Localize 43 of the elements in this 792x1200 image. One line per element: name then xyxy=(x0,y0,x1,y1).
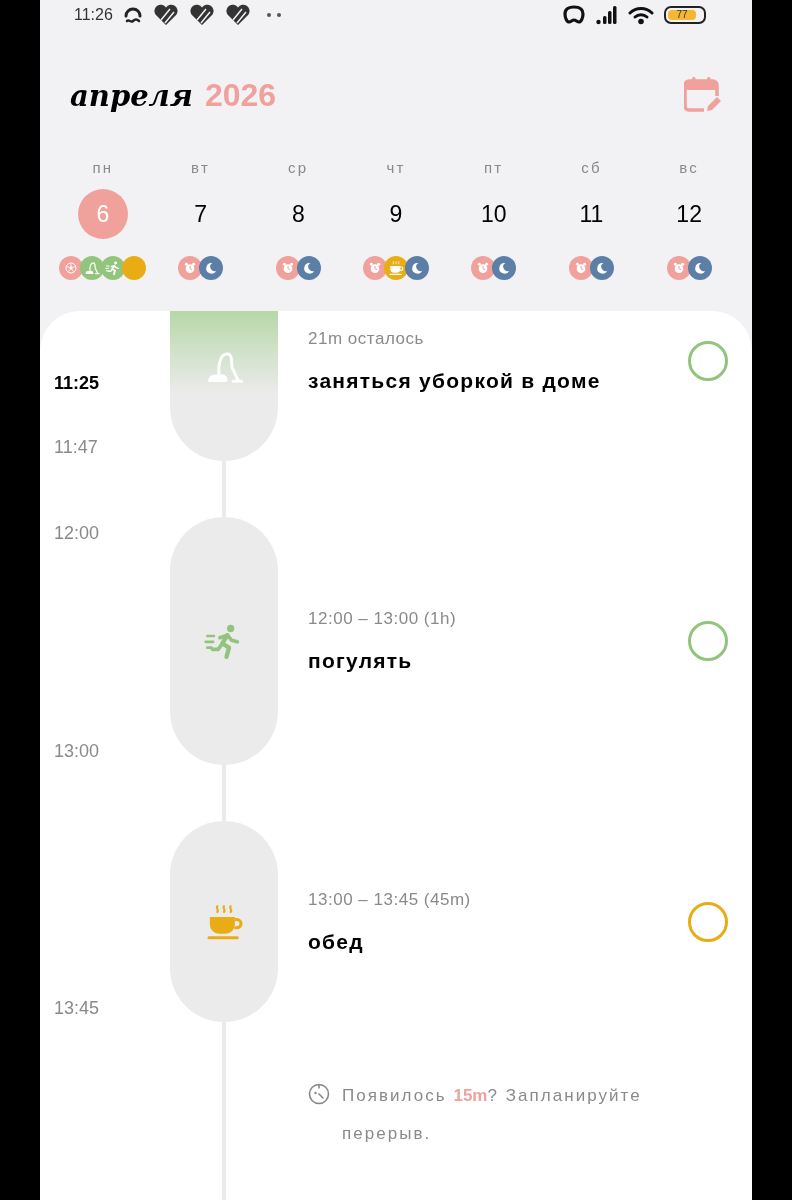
calendar-edit-icon[interactable] xyxy=(684,76,722,114)
status-time: 11:26 xyxy=(74,5,113,25)
date-button[interactable]: 8 xyxy=(273,189,324,239)
time-label: 13:00 xyxy=(54,740,100,762)
date-button[interactable]: 10 xyxy=(468,189,519,239)
weekday-label: ср xyxy=(288,157,309,178)
heart-icon xyxy=(152,4,179,26)
weekday-label: сб xyxy=(581,157,602,178)
date-button[interactable]: 9 xyxy=(371,189,421,239)
ring-icon xyxy=(562,4,586,26)
arc-wave-icon xyxy=(122,5,143,25)
dots-icon xyxy=(266,13,281,17)
time-label: 12:00 xyxy=(54,522,100,544)
event-title: заняться уборкой в доме xyxy=(308,368,601,394)
time-label: 13:45 xyxy=(54,997,100,1019)
event-title: погулять xyxy=(308,648,414,674)
time-label: 11:47 xyxy=(54,436,98,458)
break-suggestion-text: Появилось 15m? Запланируйте перерыв. xyxy=(342,1085,643,1145)
complete-checkbox[interactable] xyxy=(688,341,728,381)
event-time-info: 21m осталось xyxy=(308,328,425,350)
wifi-icon xyxy=(628,5,654,25)
weekday-label: чт xyxy=(386,157,406,178)
battery-percent: 77 xyxy=(668,10,696,20)
heart-icon xyxy=(188,4,215,26)
heart-icon xyxy=(224,4,251,26)
weekday-label: вс xyxy=(679,157,700,178)
event-time-info: 13:00 – 13:45 (45m) xyxy=(308,888,471,911)
signal-icon xyxy=(596,5,618,25)
event-pill[interactable] xyxy=(170,311,278,461)
time-label: 11:25 xyxy=(54,372,100,394)
weekday-label: вт xyxy=(191,157,211,178)
timer-icon xyxy=(308,1083,330,1105)
weekday-label: пт xyxy=(483,157,504,178)
date-button[interactable]: 7 xyxy=(175,189,226,239)
event-time-info: 12:00 – 13:00 (1h) xyxy=(308,608,457,630)
complete-checkbox[interactable] xyxy=(688,621,728,661)
complete-checkbox[interactable] xyxy=(688,901,728,942)
month-title: апреля xyxy=(70,78,193,115)
weekday-label: пн xyxy=(92,157,114,178)
date-button[interactable]: 11 xyxy=(566,189,617,239)
date-button[interactable]: 12 xyxy=(664,189,715,239)
year-title: 2026 xyxy=(204,76,277,115)
event-title: обед xyxy=(308,928,365,955)
